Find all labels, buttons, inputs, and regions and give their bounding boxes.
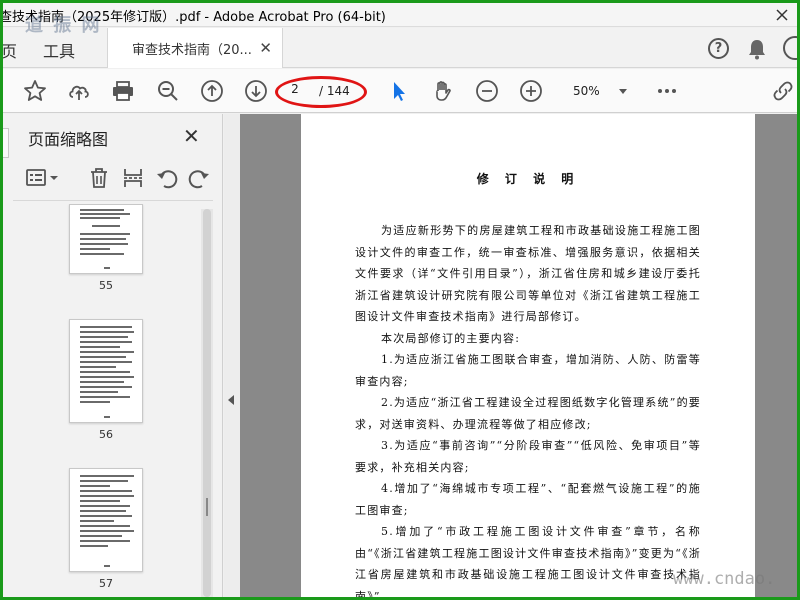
- link-icon[interactable]: [771, 79, 795, 103]
- zoom-value: 50%: [573, 84, 600, 98]
- document-paragraph: 5.增加了“市政工程施工图设计文件审查”章节，名称由“《浙江省建筑工程施工图设计…: [355, 525, 701, 597]
- user-icon[interactable]: [783, 36, 797, 60]
- star-bookmark-icon[interactable]: [23, 79, 47, 103]
- close-icon: [776, 9, 788, 21]
- document-paragraph: 4.增加了“海绵城市专项工程”、“配套燃气设施工程”的施工图审查;: [355, 482, 701, 517]
- help-icon[interactable]: ?: [708, 38, 729, 59]
- tab-document-label: 审查技术指南（20...: [132, 42, 252, 58]
- document-paragraph: 为适应新形势下的房屋建筑工程和市政基础设施工程施工图设计文件的审查工作，统一审查…: [355, 224, 701, 323]
- previous-page-icon[interactable]: [200, 79, 224, 103]
- thumbnail-page[interactable]: [69, 319, 143, 423]
- chevron-down-icon: [619, 89, 627, 94]
- panel-divider: [13, 200, 213, 201]
- zoom-out-icon[interactable]: [475, 79, 499, 103]
- document-view: 修 订 说 明 为适应新形势下的房屋建筑工程和市政基础设施工程施工图设计文件的审…: [240, 114, 797, 597]
- panel-edge-tab[interactable]: [3, 128, 9, 158]
- more-options-icon[interactable]: [655, 79, 679, 103]
- scrollbar-thumb[interactable]: [203, 209, 211, 597]
- rotate-clockwise-icon[interactable]: [187, 166, 211, 190]
- tab-close-button[interactable]: ✕: [259, 39, 272, 57]
- zoom-dropdown[interactable]: 50%: [563, 83, 631, 101]
- thumbnail-list: 55 56 57: [11, 204, 201, 597]
- pdf-page: 修 订 说 明 为适应新形势下的房屋建筑工程和市政基础设施工程施工图设计文件的审…: [301, 114, 755, 597]
- tab-home[interactable]: 页: [3, 38, 17, 62]
- tab-document[interactable]: 审查技术指南（20... ✕: [107, 28, 283, 68]
- zoom-in-icon[interactable]: [519, 79, 543, 103]
- thumbnail-page-number: 57: [99, 577, 113, 590]
- thumbnail-page-number: 56: [99, 428, 113, 441]
- trash-icon[interactable]: [87, 166, 111, 190]
- extract-pages-icon[interactable]: [121, 166, 145, 190]
- cloud-upload-icon[interactable]: [67, 79, 91, 103]
- rotate-counterclockwise-icon[interactable]: [155, 166, 179, 190]
- panel-resize-handle[interactable]: [206, 498, 208, 516]
- thumbnail-page-number: 55: [99, 279, 113, 292]
- title-bar: 查技术指南（2025年修订版）.pdf - Adobe Acrobat Pro …: [3, 3, 797, 27]
- next-page-icon[interactable]: [244, 79, 268, 103]
- thumbnail-options-icon[interactable]: [25, 166, 61, 190]
- highlight-ellipse: [275, 76, 367, 108]
- thumbnail-panel: 页面缩略图 ✕ 55 56 57: [3, 114, 223, 597]
- document-heading: 修 订 说 明: [476, 172, 580, 186]
- document-paragraph: 3.为适应“事前咨询”“分阶段审查”“低风险、免审项目”等要求，补充相关内容;: [355, 439, 701, 474]
- print-icon[interactable]: [111, 79, 135, 103]
- tab-tools[interactable]: 工具: [43, 38, 75, 62]
- bell-icon[interactable]: [747, 38, 767, 60]
- thumbnail-panel-title: 页面缩略图: [28, 130, 109, 149]
- acrobat-window: 查技术指南（2025年修订版）.pdf - Adobe Acrobat Pro …: [3, 3, 797, 597]
- thumbnail-page[interactable]: [69, 468, 143, 572]
- hand-tool-icon[interactable]: [431, 79, 455, 103]
- document-paragraph: 本次局部修订的主要内容:: [381, 332, 521, 345]
- thumbnail-scrollbar[interactable]: [201, 209, 213, 597]
- document-paragraph: 1.为适应浙江省施工图联合审查，增加消防、人防、防雷等审查内容;: [355, 353, 701, 388]
- panel-collapse-strip[interactable]: [224, 114, 240, 597]
- window-close-button[interactable]: [767, 3, 797, 27]
- thumbnail-page[interactable]: [69, 204, 143, 274]
- window-title: 查技术指南（2025年修订版）.pdf - Adobe Acrobat Pro …: [3, 10, 386, 25]
- main-toolbar: 2 / 144 50%: [3, 69, 797, 113]
- tab-bar: 页 工具 审查技术指南（20... ✕ ?: [3, 28, 797, 68]
- select-cursor-icon[interactable]: [387, 79, 411, 103]
- document-paragraph: 2.为适应“浙江省工程建设全过程图纸数字化管理系统”的要求，对送审资料、办理流程…: [355, 396, 701, 431]
- chevron-left-icon: [228, 395, 234, 405]
- thumbnail-toolbar: [23, 164, 213, 192]
- panel-close-button[interactable]: ✕: [183, 124, 200, 148]
- zoom-out-search-icon[interactable]: [156, 79, 180, 103]
